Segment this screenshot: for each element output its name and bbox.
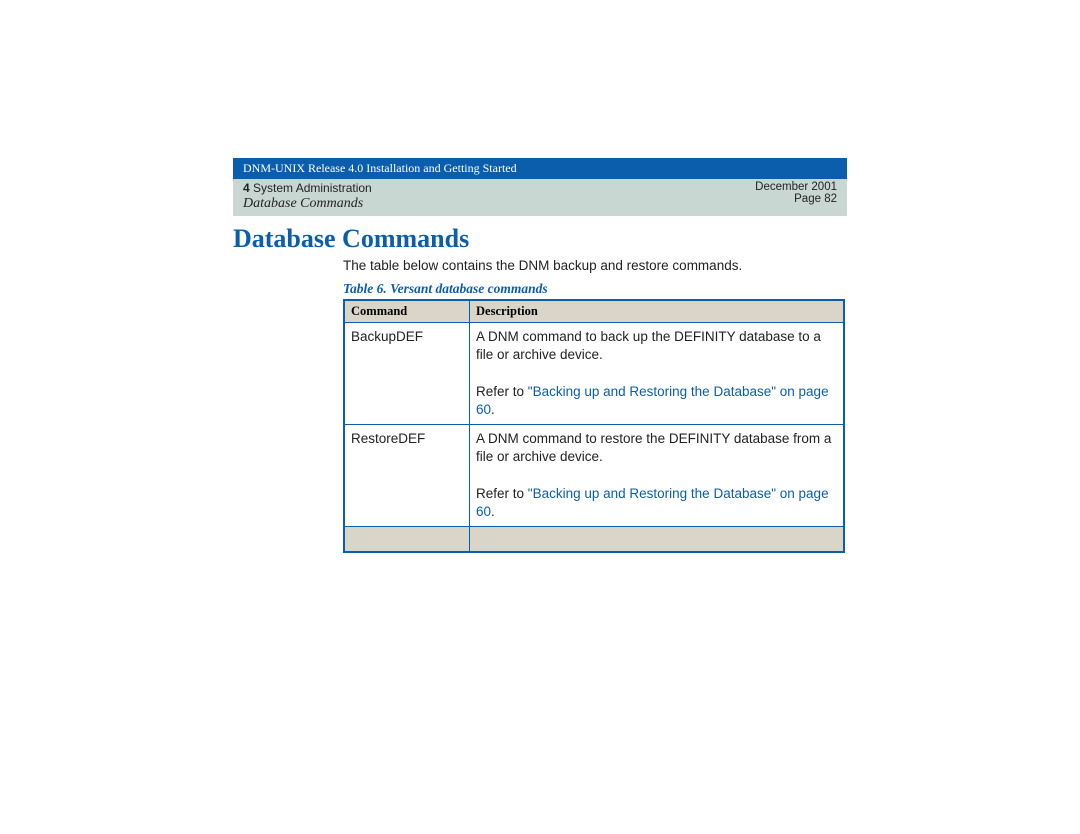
document-page: DNM-UNIX Release 4.0 Installation and Ge… [0,0,1080,553]
col-command: Command [344,300,470,323]
table-empty-row [344,527,844,553]
cell-description: A DNM command to restore the DEFINITY da… [470,425,845,527]
section-name: Database Commands [243,196,372,212]
refer-prefix: Refer to [476,486,528,501]
empty-cell [470,527,845,553]
chapter-line: 4 System Administration [243,181,372,195]
refer-link[interactable]: "Backing up and Restoring the Database" … [476,384,829,417]
cell-command: RestoreDEF [344,425,470,527]
subheader-right: December 2001 Page 82 [755,181,837,205]
intro-text: The table below contains the DNM backup … [343,258,847,273]
desc-text: A DNM command to restore the DEFINITY da… [476,431,831,464]
doc-title-bar: DNM-UNIX Release 4.0 Installation and Ge… [233,158,847,179]
table-caption: Table 6. Versant database commands [343,281,847,297]
chapter-title: System Administration [250,181,372,195]
empty-cell [344,527,470,553]
main-heading: Database Commands [233,224,847,254]
refer-link[interactable]: "Backing up and Restoring the Database" … [476,486,829,519]
page-subheader: 4 System Administration Database Command… [233,179,847,216]
desc-text: A DNM command to back up the DEFINITY da… [476,329,821,362]
refer-suffix: . [491,402,495,417]
table-row: BackupDEF A DNM command to back up the D… [344,323,844,425]
subheader-left: 4 System Administration Database Command… [243,181,372,212]
doc-page-number: Page 82 [755,193,837,205]
refer-suffix: . [491,504,495,519]
doc-date: December 2001 [755,181,837,193]
refer-prefix: Refer to [476,384,528,399]
table-row: RestoreDEF A DNM command to restore the … [344,425,844,527]
commands-table: Command Description BackupDEF A DNM comm… [343,299,845,553]
chapter-number: 4 [243,181,250,195]
doc-title: DNM-UNIX Release 4.0 Installation and Ge… [243,161,517,175]
table-header-row: Command Description [344,300,844,323]
cell-command: BackupDEF [344,323,470,425]
col-description: Description [470,300,845,323]
cell-description: A DNM command to back up the DEFINITY da… [470,323,845,425]
